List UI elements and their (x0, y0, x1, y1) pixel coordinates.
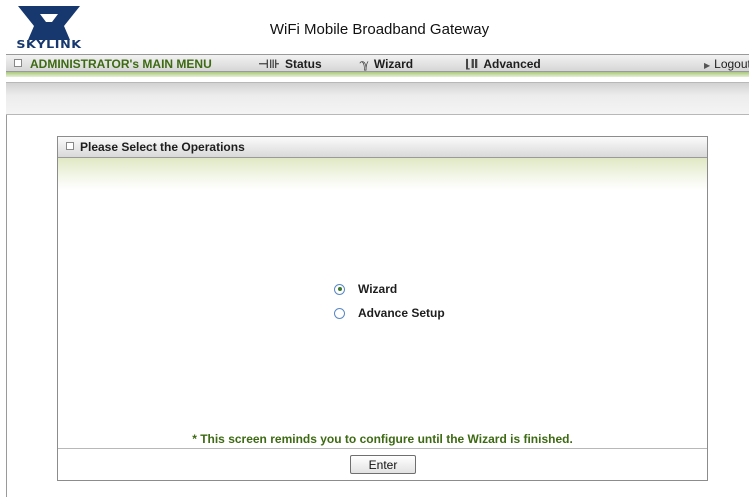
admin-main-menu-link[interactable]: ADMINISTRATOR's MAIN MENU (14, 57, 212, 71)
panel-header: Please Select the Operations (58, 137, 707, 158)
enter-button[interactable]: Enter (350, 455, 416, 474)
admin-menu-label: ADMINISTRATOR's MAIN MENU (30, 57, 212, 71)
advanced-label: Advanced (483, 57, 541, 71)
advance-setup-radio[interactable] (334, 307, 345, 319)
app-title: WiFi Mobile Broadband Gateway (269, 21, 490, 38)
panel-divider (58, 448, 707, 449)
wizard-label: Wizard (373, 57, 414, 71)
wizard-icon: ℽ (360, 57, 369, 71)
logout-label: Logout (714, 57, 749, 71)
wizard-radio[interactable] (334, 283, 345, 295)
square-bullet-icon (14, 59, 22, 67)
option-advance-setup-label: Advance Setup (358, 306, 445, 320)
main-menu-bar: ADMINISTRATOR's MAIN MENU ⊣⊪ Status ℽ Wiza… (6, 54, 749, 72)
menu-underline-bar (6, 72, 749, 77)
status-icon: ⊣⊪ (258, 57, 280, 71)
option-wizard-label: Wizard (358, 282, 398, 296)
subheader-band (6, 82, 749, 115)
option-advance-setup[interactable]: Advance Setup (334, 301, 445, 325)
advanced-icon: ⌊Ⅱ (465, 57, 479, 71)
header: SKYLINK WiFi Mobile Broadband Gateway (0, 0, 749, 54)
logo-text: SKYLINK (16, 38, 82, 51)
operations-panel: Please Select the Operations Wizard Adva… (57, 136, 708, 481)
operation-options: Wizard Advance Setup (334, 277, 445, 325)
left-border (6, 115, 7, 497)
panel-header-glow (58, 158, 707, 190)
logout-link[interactable]: ▶ Logout (704, 57, 749, 71)
triangle-right-icon: ▶ (704, 61, 711, 70)
square-bullet-icon (66, 142, 74, 150)
wizard-reminder-note: * This screen reminds you to configure u… (192, 432, 573, 446)
panel-title: Please Select the Operations (80, 140, 245, 154)
wizard-menu-item[interactable]: ℽ Wizard (360, 57, 413, 71)
option-wizard[interactable]: Wizard (334, 277, 445, 301)
advanced-menu-item[interactable]: ⌊Ⅱ Advanced (465, 57, 541, 71)
status-label: Status (284, 57, 322, 71)
status-menu-item[interactable]: ⊣⊪ Status (258, 57, 322, 71)
